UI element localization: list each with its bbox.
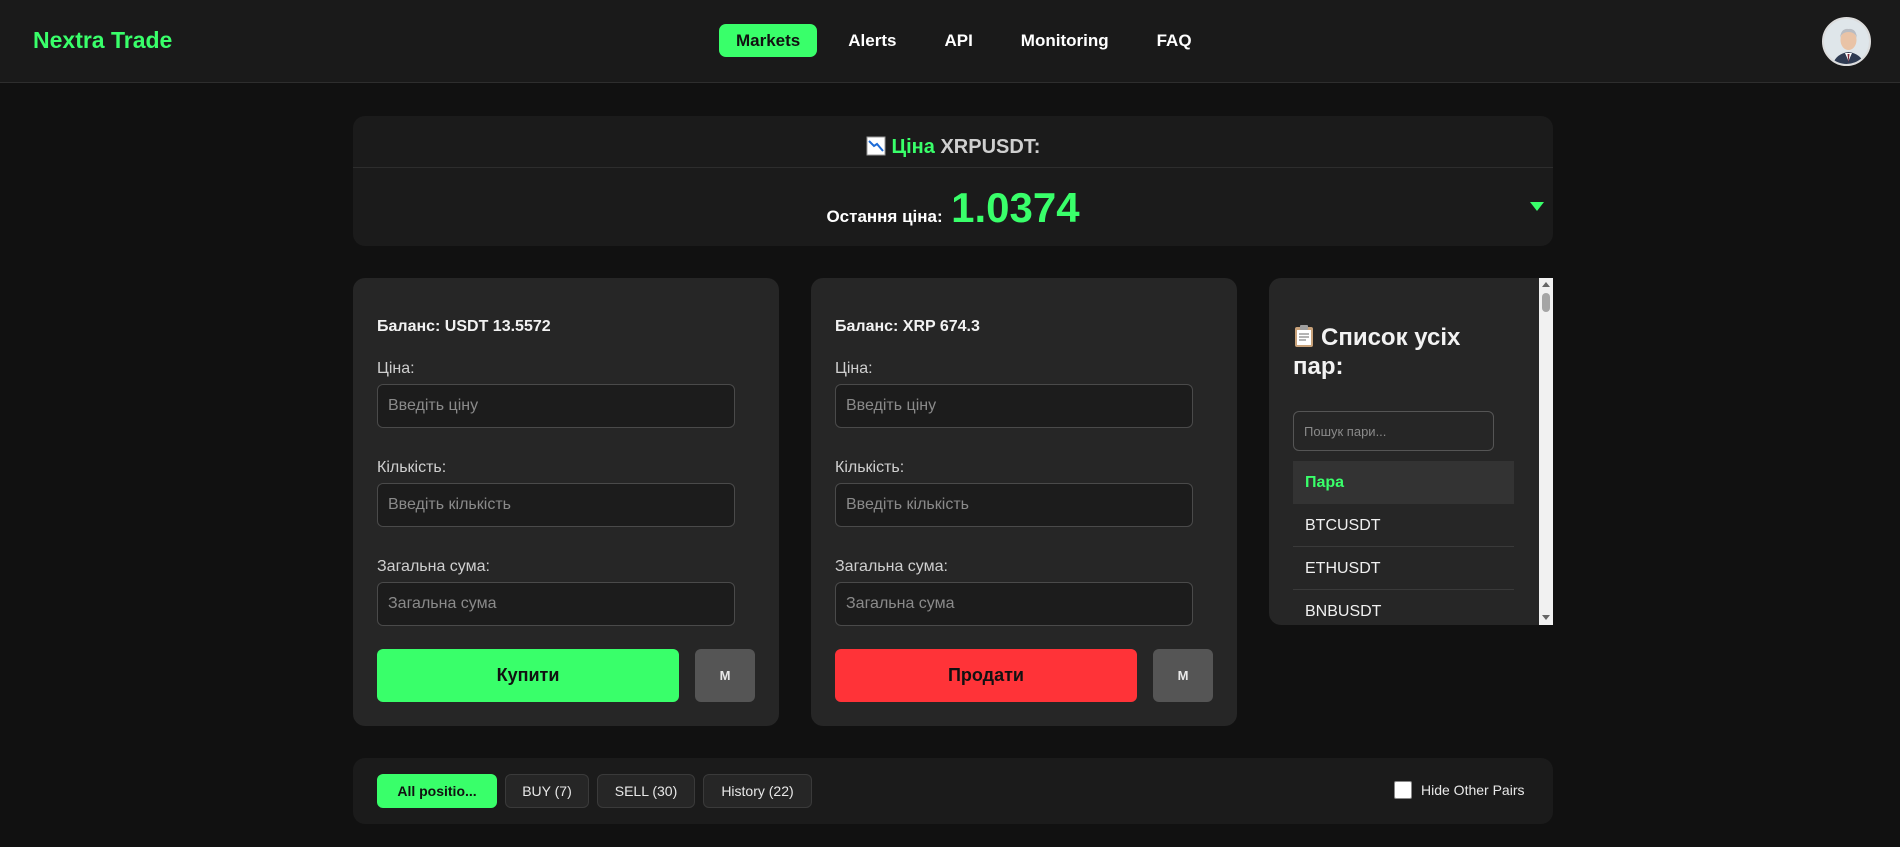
buy-qty-input[interactable] <box>377 483 735 527</box>
hide-other-pairs[interactable]: Hide Other Pairs <box>1394 781 1524 799</box>
hide-other-pairs-checkbox[interactable] <box>1394 781 1412 799</box>
main-nav: Markets Alerts API Monitoring FAQ <box>719 24 1223 57</box>
buy-total-input[interactable] <box>377 582 735 626</box>
chart-down-icon <box>866 136 886 156</box>
caret-down-icon[interactable] <box>1530 202 1544 211</box>
nav-api[interactable]: API <box>927 24 989 57</box>
price-symbol: XRPUSDT: <box>940 136 1041 158</box>
last-price-label: Остання ціна: <box>826 207 943 226</box>
pairs-table-header: Пара <box>1293 461 1514 504</box>
tab-all-positions[interactable]: All positio... <box>377 774 497 808</box>
price-title-label: Ціна <box>891 136 935 158</box>
clipboard-icon <box>1293 324 1315 348</box>
pairs-scrollbar[interactable] <box>1539 278 1553 625</box>
sell-qty-label: Кількість: <box>835 459 905 476</box>
nav-faq[interactable]: FAQ <box>1140 24 1209 57</box>
sell-price-input[interactable] <box>835 384 1193 428</box>
buy-card: Баланс: USDT 13.5572 Ціна: Кількість: За… <box>353 278 779 726</box>
buy-price-input[interactable] <box>377 384 735 428</box>
price-panel: Ціна XRPUSDT: Остання ціна: 1.0374 <box>353 116 1553 246</box>
pairs-title-text: Список усіх пар: <box>1293 324 1461 380</box>
buy-total-label: Загальна сума: <box>377 558 490 575</box>
sell-qty-input[interactable] <box>835 483 1193 527</box>
sell-button[interactable]: Продати <box>835 649 1137 702</box>
buy-qty-label: Кількість: <box>377 459 447 476</box>
price-title: Ціна XRPUSDT: <box>353 136 1553 159</box>
scroll-up-icon[interactable] <box>1542 282 1550 287</box>
sell-total-input[interactable] <box>835 582 1193 626</box>
scroll-down-icon[interactable] <box>1542 615 1550 620</box>
buy-balance: Баланс: USDT 13.5572 <box>377 318 551 335</box>
scroll-thumb[interactable] <box>1542 293 1550 312</box>
tab-history[interactable]: History (22) <box>703 774 812 808</box>
price-divider <box>353 167 1553 168</box>
app-logo[interactable]: Nextra Trade <box>33 27 172 54</box>
nav-markets[interactable]: Markets <box>719 24 818 57</box>
tab-sell[interactable]: SELL (30) <box>597 774 695 808</box>
nav-monitoring[interactable]: Monitoring <box>1004 24 1126 57</box>
last-price-value: 1.0374 <box>951 184 1080 231</box>
positions-bar: All positio... BUY (7) SELL (30) History… <box>353 758 1553 824</box>
pair-search-input[interactable] <box>1293 411 1494 451</box>
tab-buy[interactable]: BUY (7) <box>505 774 589 808</box>
sell-market-button[interactable]: M <box>1153 649 1213 702</box>
sell-total-label: Загальна сума: <box>835 558 948 575</box>
last-price-row: Остання ціна: 1.0374 <box>353 184 1553 232</box>
user-avatar[interactable] <box>1822 17 1871 66</box>
pairs-title: Список усіх пар: <box>1293 323 1513 381</box>
buy-price-label: Ціна: <box>377 360 415 377</box>
hide-other-pairs-label: Hide Other Pairs <box>1421 782 1525 798</box>
sell-card: Баланс: XRP 674.3 Ціна: Кількість: Загал… <box>811 278 1237 726</box>
pairs-panel: Список усіх пар: Пара BTCUSDT ETHUSDT BN… <box>1269 278 1553 625</box>
avatar-portrait-icon <box>1824 19 1869 64</box>
sell-balance: Баланс: XRP 674.3 <box>835 318 980 335</box>
buy-market-button[interactable]: M <box>695 649 755 702</box>
top-navbar: Nextra Trade Markets Alerts API Monitori… <box>0 0 1900 83</box>
pair-row[interactable]: ETHUSDT <box>1293 547 1514 590</box>
nav-alerts[interactable]: Alerts <box>831 24 913 57</box>
pair-row[interactable]: BNBUSDT <box>1293 590 1514 625</box>
buy-button[interactable]: Купити <box>377 649 679 702</box>
pair-row[interactable]: BTCUSDT <box>1293 504 1514 547</box>
sell-price-label: Ціна: <box>835 360 873 377</box>
